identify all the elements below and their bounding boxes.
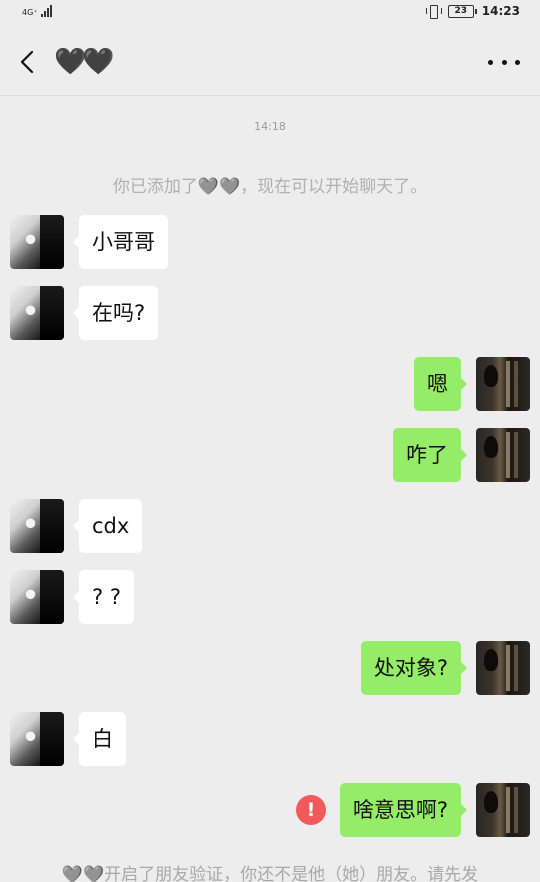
- chat-header: 🖤🖤: [0, 26, 540, 96]
- network-status: 4G⁺: [22, 3, 52, 17]
- vibrate-icon: [425, 4, 442, 19]
- contact-avatar[interactable]: [10, 215, 64, 269]
- message-timestamp: 14:18: [254, 120, 286, 133]
- my-avatar[interactable]: [476, 783, 530, 837]
- message-bubble-incoming[interactable]: 在吗?: [72, 286, 159, 340]
- my-avatar[interactable]: [476, 641, 530, 695]
- contact-avatar[interactable]: [10, 712, 64, 766]
- contact-avatar[interactable]: [10, 499, 64, 553]
- battery-icon: 23: [447, 4, 477, 18]
- my-avatar[interactable]: [476, 428, 530, 482]
- chat-title: 🖤🖤: [54, 47, 115, 77]
- status-indicators: 23 14:23: [425, 4, 520, 19]
- friend-verification-note: 🩶🩶开启了朋友验证，你还不是他（她）朋友。请先发: [61, 865, 479, 882]
- message-bubble-incoming[interactable]: ? ?: [73, 570, 134, 624]
- status-bar: 4G⁺ 23 14:23: [0, 0, 540, 26]
- message-bubble-incoming[interactable]: 白: [73, 712, 126, 766]
- more-button[interactable]: [488, 50, 520, 74]
- system-note: 你已添加了🩶🩶，现在可以开始聊天了。: [112, 177, 428, 197]
- message-bubble-incoming[interactable]: cdx: [72, 499, 143, 553]
- message-bubble-outgoing[interactable]: 处对象?: [360, 641, 468, 695]
- signal-icon: [40, 3, 52, 17]
- back-button[interactable]: [14, 48, 42, 76]
- message-bubble-incoming[interactable]: 小哥哥: [73, 215, 168, 269]
- chevron-left-icon: [20, 50, 34, 74]
- message-bubble-outgoing[interactable]: 啥意思啊?: [339, 783, 468, 837]
- my-avatar[interactable]: [476, 357, 530, 411]
- contact-avatar[interactable]: [10, 286, 64, 340]
- message-bubble-outgoing[interactable]: 咋了: [393, 428, 467, 482]
- message-bubble-outgoing[interactable]: 嗯: [414, 357, 467, 411]
- send-failed-icon[interactable]: !: [296, 795, 326, 825]
- network-type: 4G⁺: [22, 8, 38, 17]
- more-dots-icon: [488, 59, 520, 65]
- status-time: 14:23: [481, 4, 520, 18]
- contact-avatar[interactable]: [10, 570, 64, 624]
